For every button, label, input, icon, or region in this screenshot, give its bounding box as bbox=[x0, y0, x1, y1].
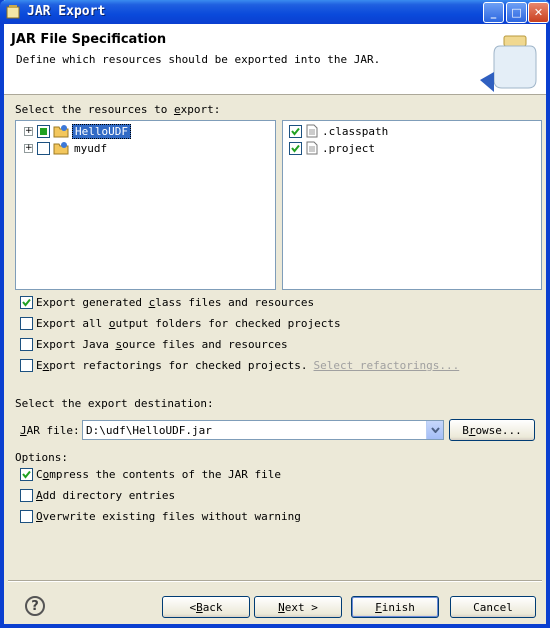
export-refactorings-checkbox[interactable]: Export refactorings for checked projects… bbox=[20, 359, 459, 372]
combo-dropdown-button[interactable] bbox=[426, 421, 443, 439]
expand-icon[interactable]: + bbox=[24, 143, 33, 153]
file-checkbox[interactable] bbox=[289, 124, 302, 138]
checkbox-label: Compress the contents of the JAR file bbox=[36, 468, 282, 481]
jar-file-combo[interactable]: D:\udf\HelloUDF.jar bbox=[82, 420, 444, 440]
java-window-icon bbox=[6, 5, 20, 19]
close-icon: ✕ bbox=[533, 6, 544, 19]
file-list[interactable]: .classpath .project bbox=[282, 120, 542, 290]
checkmark-icon bbox=[22, 298, 31, 307]
options-label: Options: bbox=[15, 451, 68, 464]
checkbox[interactable] bbox=[20, 510, 33, 523]
maximize-icon: □ bbox=[511, 6, 522, 19]
checkbox[interactable] bbox=[20, 468, 33, 481]
cancel-button[interactable]: Cancel bbox=[450, 596, 536, 618]
export-class-files-checkbox[interactable]: Export generated class files and resourc… bbox=[20, 296, 314, 309]
export-java-source-checkbox[interactable]: Export Java source files and resources bbox=[20, 338, 288, 351]
project-tree[interactable]: + HelloUDF + myudf bbox=[15, 120, 276, 290]
wizard-header: JAR File Specification Define which reso… bbox=[4, 24, 546, 95]
project-folder-icon bbox=[53, 142, 69, 155]
checkbox-label: Export generated class files and resourc… bbox=[36, 296, 315, 309]
window-title: JAR Export bbox=[27, 4, 106, 19]
help-icon[interactable]: ? bbox=[25, 596, 45, 616]
close-button[interactable]: ✕ bbox=[528, 2, 549, 23]
checkbox[interactable] bbox=[20, 317, 33, 330]
resources-label: Select the resources to export: bbox=[15, 103, 221, 116]
file-checkbox[interactable] bbox=[289, 141, 302, 155]
overwrite-files-checkbox[interactable]: Overwrite existing files without warning bbox=[20, 510, 301, 523]
file-icon bbox=[306, 141, 318, 155]
minimize-button[interactable]: _ bbox=[483, 2, 504, 23]
maximize-button[interactable]: □ bbox=[506, 2, 527, 23]
checkbox-label: Export refactorings for checked projects… bbox=[36, 359, 308, 372]
checkbox-label: Overwrite existing files without warning bbox=[36, 510, 301, 523]
compress-checkbox[interactable]: Compress the contents of the JAR file bbox=[20, 468, 281, 481]
list-item[interactable]: .project bbox=[289, 140, 375, 156]
title-bar[interactable]: JAR Export _ □ ✕ bbox=[0, 0, 550, 24]
page-title: JAR File Specification bbox=[11, 32, 167, 47]
checkbox-label: Export Java source files and resources bbox=[36, 338, 288, 351]
back-button[interactable]: < Back bbox=[162, 596, 250, 618]
checkbox-label: Add directory entries bbox=[36, 489, 176, 502]
checkbox[interactable] bbox=[20, 359, 33, 372]
checkmark-icon bbox=[22, 470, 31, 479]
project-checkbox[interactable] bbox=[37, 141, 50, 155]
next-button[interactable]: Next > bbox=[254, 596, 342, 618]
checkbox[interactable] bbox=[20, 338, 33, 351]
add-directory-entries-checkbox[interactable]: Add directory entries bbox=[20, 489, 175, 502]
select-refactorings-link[interactable]: Select refactorings... bbox=[314, 359, 460, 372]
jar-file-input[interactable]: D:\udf\HelloUDF.jar bbox=[86, 424, 212, 437]
jar-icon bbox=[480, 35, 537, 92]
jar-file-label: JAR file: bbox=[20, 424, 80, 437]
tree-item-myudf[interactable]: + myudf bbox=[24, 140, 107, 156]
partial-check-icon bbox=[40, 127, 47, 135]
list-item[interactable]: .classpath bbox=[289, 123, 388, 139]
file-name: .classpath bbox=[322, 124, 389, 138]
checkbox[interactable] bbox=[20, 296, 33, 309]
chevron-down-icon bbox=[430, 427, 440, 433]
tree-item-label: HelloUDF bbox=[72, 123, 131, 139]
project-folder-icon bbox=[53, 125, 69, 138]
finish-button[interactable]: Finish bbox=[351, 596, 439, 618]
expand-icon[interactable]: + bbox=[24, 126, 33, 136]
checkbox-label: Export all output folders for checked pr… bbox=[36, 317, 341, 330]
browse-button[interactable]: Br owse... bbox=[449, 419, 535, 441]
checkbox[interactable] bbox=[20, 489, 33, 502]
tree-item-hellouudf[interactable]: + HelloUDF bbox=[24, 123, 131, 139]
checkmark-icon bbox=[291, 127, 300, 136]
tree-item-label: myudf bbox=[74, 141, 108, 155]
project-checkbox[interactable] bbox=[37, 124, 50, 138]
file-icon bbox=[306, 124, 318, 138]
page-description: Define which resources should be exporte… bbox=[16, 53, 381, 66]
destination-label: Select the export destination: bbox=[15, 397, 214, 410]
jar-export-dialog: JAR Export _ □ ✕ JAR File Specification … bbox=[0, 0, 550, 628]
file-name: .project bbox=[322, 141, 375, 155]
export-output-folders-checkbox[interactable]: Export all output folders for checked pr… bbox=[20, 317, 341, 330]
footer-separator bbox=[8, 580, 542, 582]
minimize-icon: _ bbox=[490, 6, 497, 19]
checkmark-icon bbox=[291, 144, 300, 153]
